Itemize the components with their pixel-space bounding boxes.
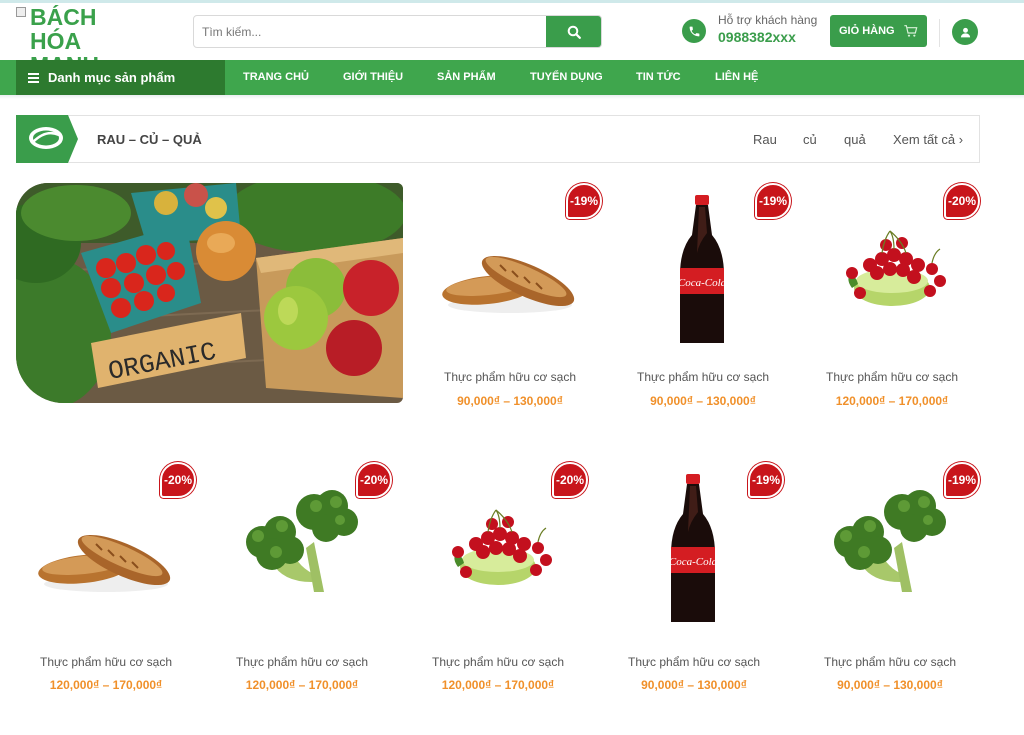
product-price: 90,000₫ – 130,000₫ xyxy=(650,394,756,408)
organic-banner[interactable]: ORGANIC xyxy=(16,183,403,403)
svg-text:Coca-Cola: Coca-Cola xyxy=(669,556,718,568)
product-price: 90,000₫ – 130,000₫ xyxy=(457,394,563,408)
nav-item-home[interactable]: TRANG CHỦ xyxy=(243,60,309,95)
product-name[interactable]: Thực phẩm hữu cơ sạch xyxy=(420,370,600,384)
nav-item-about[interactable]: GIỚI THIỆU xyxy=(343,60,403,95)
search-button[interactable] xyxy=(546,16,601,47)
product-price: 120,000₫ – 170,000₫ xyxy=(49,678,163,692)
section-link-cu[interactable]: củ xyxy=(803,132,817,147)
discount-badge: -20% xyxy=(356,462,392,498)
organic-produce-image: ORGANIC xyxy=(16,183,403,403)
product-name[interactable]: Thực phẩm hữu cơ sạch xyxy=(212,655,392,669)
nav-item-contact[interactable]: LIÊN HỆ xyxy=(715,60,758,95)
user-account-icon[interactable] xyxy=(952,19,978,45)
product-card[interactable]: -19% Thực phẩm hữu cơ sạch 90,000₫ – 130… xyxy=(420,183,602,418)
search-icon xyxy=(567,25,581,39)
product-image-cherries[interactable] xyxy=(428,472,568,622)
product-price: 90,000₫ – 130,000₫ xyxy=(641,678,747,692)
product-card[interactable]: -19% Thực phẩm hữu cơ sạch 90,000₫ – 130… xyxy=(800,462,980,697)
product-card[interactable]: -20% Thực phẩm hữu cơ sạch 120,000₫ – 17… xyxy=(212,462,392,697)
hamburger-icon xyxy=(28,72,39,83)
broken-image-icon xyxy=(16,7,26,17)
section-link-rau[interactable]: Rau xyxy=(753,132,777,147)
discount-badge: -19% xyxy=(566,183,602,219)
discount-badge: -19% xyxy=(748,462,784,498)
section-title: RAU – CỦ – QUẢ xyxy=(97,132,202,147)
product-card[interactable]: Coca-Cola -19% Thực phẩm hữu cơ sạch 90,… xyxy=(604,462,784,697)
site-logo[interactable]: BÁCH HÓA MANH xyxy=(16,5,116,61)
category-menu-button[interactable]: Danh mục sản phẩm xyxy=(16,60,225,95)
svg-text:Coca-Cola: Coca-Cola xyxy=(678,277,727,289)
leaf-category-icon xyxy=(16,115,78,163)
logo-alt-text: BÁCH HÓA MANH xyxy=(30,5,99,61)
support-phone[interactable]: 0988382xxx xyxy=(718,29,796,45)
cart-label: GIỎ HÀNG xyxy=(839,25,895,37)
discount-badge: -20% xyxy=(944,183,980,219)
section-link-view-all[interactable]: Xem tất cả › xyxy=(893,132,963,147)
discount-badge: -20% xyxy=(160,462,196,498)
category-section-bar: RAU – CỦ – QUẢ Rau củ quả Xem tất cả › xyxy=(16,115,980,163)
product-image-bread[interactable] xyxy=(36,472,176,622)
nav-item-news[interactable]: TIN TỨC xyxy=(636,60,681,95)
product-price: 120,000₫ – 170,000₫ xyxy=(245,678,359,692)
section-link-qua[interactable]: quả xyxy=(844,132,866,147)
product-name[interactable]: Thực phẩm hữu cơ sạch xyxy=(604,655,784,669)
support-label: Hỗ trợ khách hàng xyxy=(718,13,818,27)
discount-badge: -19% xyxy=(755,183,791,219)
main-nav: Danh mục sản phẩm TRANG CHỦ GIỚI THIỆU S… xyxy=(0,60,1024,95)
product-card[interactable]: -20% Thực phẩm hữu cơ sạch 120,000₫ – 17… xyxy=(408,462,588,697)
nav-shadow xyxy=(0,95,1024,99)
product-image-broccoli[interactable] xyxy=(820,472,960,622)
product-price: 90,000₫ – 130,000₫ xyxy=(837,678,943,692)
category-menu-label: Danh mục sản phẩm xyxy=(48,70,176,85)
site-header: BÁCH HÓA MANH Hỗ trợ khách hàng 0988382x… xyxy=(0,3,1024,61)
product-image-cola[interactable]: Coca-Cola xyxy=(624,472,764,630)
cart-icon xyxy=(904,25,918,37)
nav-item-products[interactable]: SẢN PHẨM xyxy=(437,60,496,95)
product-price: 120,000₫ – 170,000₫ xyxy=(835,394,949,408)
product-price: 120,000₫ – 170,000₫ xyxy=(441,678,555,692)
search-box xyxy=(193,15,602,48)
product-name[interactable]: Thực phẩm hữu cơ sạch xyxy=(408,655,588,669)
product-card[interactable]: -20% Thực phẩm hữu cơ sạch 120,000₫ – 17… xyxy=(802,183,982,418)
cart-button[interactable]: GIỎ HÀNG xyxy=(830,15,927,47)
product-image-cola[interactable]: Coca-Cola xyxy=(633,193,773,351)
product-card[interactable]: -20% Thực phẩm hữu cơ sạch 120,000₫ – 17… xyxy=(16,462,196,697)
discount-badge: -20% xyxy=(552,462,588,498)
product-card[interactable]: Coca-Cola -19% Thực phẩm hữu cơ sạch 90,… xyxy=(613,183,793,418)
search-input[interactable] xyxy=(194,16,547,47)
product-name[interactable]: Thực phẩm hữu cơ sạch xyxy=(16,655,196,669)
product-name[interactable]: Thực phẩm hữu cơ sạch xyxy=(800,655,980,669)
header-divider xyxy=(939,19,940,47)
product-name[interactable]: Thực phẩm hữu cơ sạch xyxy=(802,370,982,384)
product-name[interactable]: Thực phẩm hữu cơ sạch xyxy=(613,370,793,384)
product-image-cherries[interactable] xyxy=(822,193,962,343)
product-image-bread[interactable] xyxy=(440,193,580,343)
product-image-broccoli[interactable] xyxy=(232,472,372,622)
discount-badge: -19% xyxy=(944,462,980,498)
phone-icon xyxy=(682,19,706,43)
nav-item-careers[interactable]: TUYỂN DỤNG xyxy=(530,60,603,95)
